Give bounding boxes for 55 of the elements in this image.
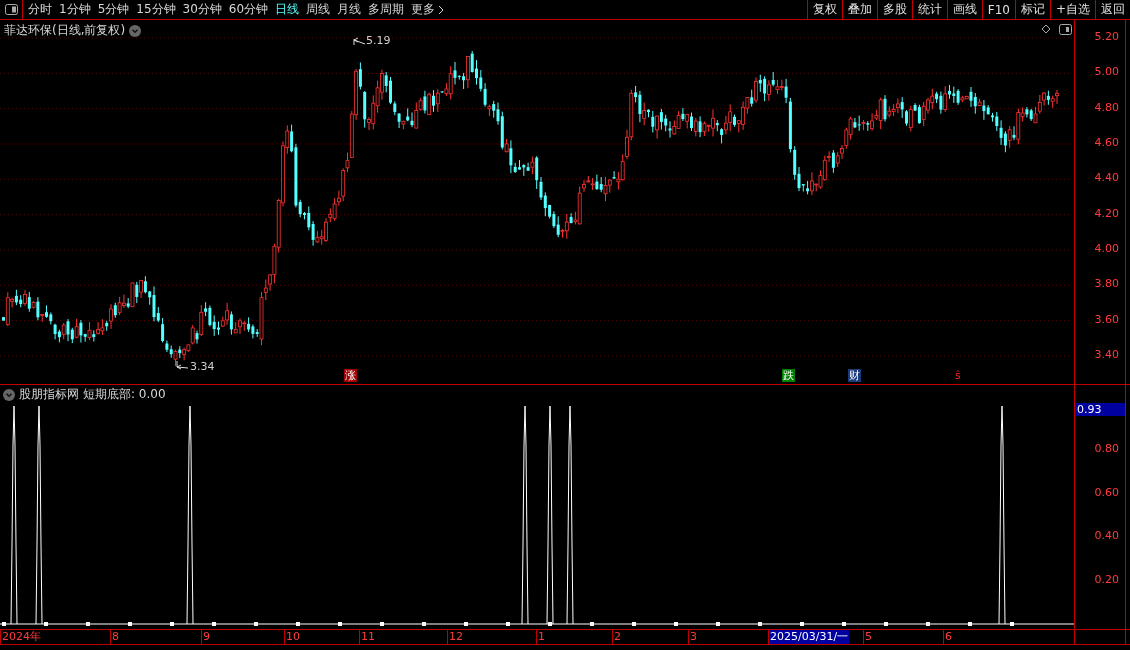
period-tab[interactable]: 15分钟 xyxy=(136,1,176,18)
price-tick-label: 3.40 xyxy=(1094,347,1119,361)
period-tab[interactable]: 月线 xyxy=(337,1,362,18)
date-label: 2025/03/31/一 xyxy=(768,630,850,644)
indicator-reading: 短期底部: 0.00 xyxy=(83,386,166,403)
date-label: 2024年 xyxy=(0,630,42,644)
price-tick-label: 4.60 xyxy=(1094,136,1119,149)
price-tick-label: 4.20 xyxy=(1094,206,1119,220)
price-tick-label: 3.60 xyxy=(1094,312,1119,326)
chart-title: 菲达环保(日线,前复权) xyxy=(4,22,126,39)
price-tick-label: 5.20 xyxy=(1094,30,1119,43)
indicator-name: 股朋指标网 xyxy=(19,386,79,403)
date-label: 11 xyxy=(359,630,376,644)
price-tick-label: 5.00 xyxy=(1094,65,1119,79)
fall-marker[interactable]: 跌 xyxy=(782,369,795,382)
period-tab[interactable]: 周线 xyxy=(306,1,331,18)
price-tick-label: 4.00 xyxy=(1094,241,1119,255)
rise-marker[interactable]: 涨 xyxy=(344,369,357,382)
dropdown-icon[interactable] xyxy=(3,388,15,401)
cursor-value: 0.93 xyxy=(1075,403,1125,416)
dividend-marker[interactable]: ŝ xyxy=(954,369,962,382)
indicator-tick-label: 0.20 xyxy=(1094,573,1119,587)
period-tab[interactable]: 1分钟 xyxy=(59,1,91,18)
period-tab[interactable]: 5分钟 xyxy=(97,1,130,18)
date-label: 8 xyxy=(110,630,120,644)
price-tick-label: 4.40 xyxy=(1094,171,1119,185)
date-label: 10 xyxy=(284,630,301,644)
panel-toggle-icon[interactable] xyxy=(1059,24,1072,35)
period-tab[interactable]: 更多 xyxy=(411,1,445,18)
low-arrow-icon xyxy=(176,360,189,370)
period-tab[interactable]: 60分钟 xyxy=(228,1,269,18)
dropdown-icon[interactable] xyxy=(129,24,142,37)
date-label: 9 xyxy=(201,630,211,644)
high-arrow-icon xyxy=(353,37,366,46)
panel-toggle-icon[interactable] xyxy=(4,4,18,15)
indicator-tick-label: 0.40 xyxy=(1094,529,1119,543)
price-tick-label: 3.80 xyxy=(1094,277,1119,291)
price-tick-label: 4.80 xyxy=(1094,100,1119,114)
date-label: 3 xyxy=(688,630,698,644)
low-price-label: 3.34 xyxy=(190,360,215,373)
date-label: 2 xyxy=(612,630,622,644)
period-tab[interactable]: 多周期 xyxy=(368,1,405,18)
date-label: 12 xyxy=(447,630,464,644)
indicator-tick-label: 0.60 xyxy=(1094,485,1119,499)
indicator-tick-label: 0.80 xyxy=(1094,442,1119,455)
date-label: 5 xyxy=(863,630,873,644)
period-tab[interactable]: 日线 xyxy=(275,1,300,18)
period-tab[interactable]: 30分钟 xyxy=(182,1,222,18)
date-label: 1 xyxy=(536,630,546,644)
high-price-label: 5.19 xyxy=(366,34,391,47)
diamond-icon[interactable] xyxy=(1041,24,1051,34)
date-label: 6 xyxy=(943,630,953,644)
finance-marker[interactable]: 财 xyxy=(848,369,861,382)
chevron-right-icon xyxy=(438,4,445,15)
period-tab[interactable]: 分时 xyxy=(28,1,52,18)
